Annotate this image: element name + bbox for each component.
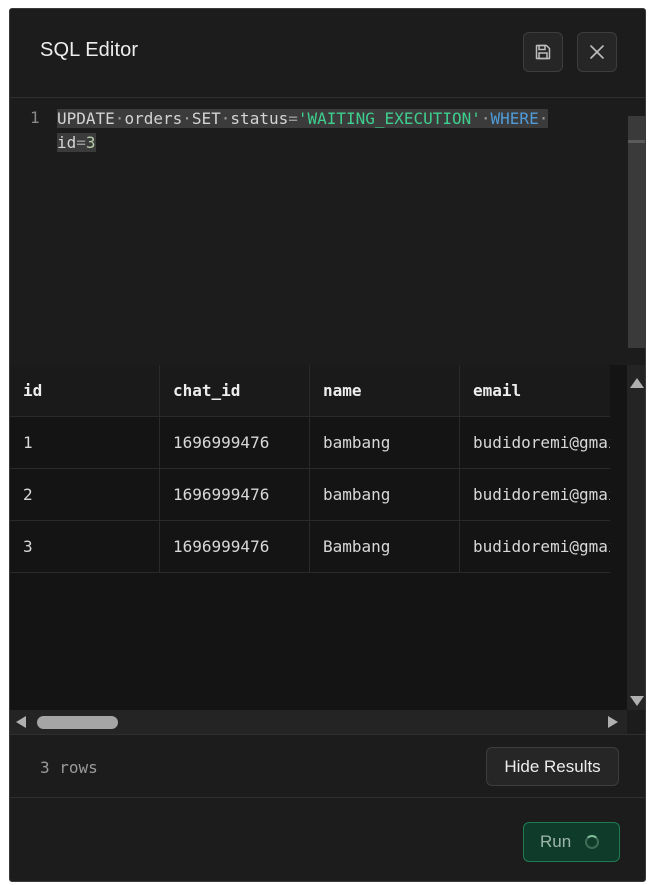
token-operator: = [76, 133, 86, 152]
table-cell[interactable]: budidoremi@gmail.com [460, 417, 610, 468]
table-cell[interactable]: budidoremi@gmail.com [460, 521, 610, 572]
column-header-email[interactable]: email [460, 365, 610, 416]
scroll-down-icon[interactable] [630, 696, 644, 706]
line-number: 1 [30, 108, 40, 127]
table-cell[interactable]: 1696999476 [160, 469, 310, 520]
run-button-label: Run [540, 832, 572, 851]
table-cell[interactable]: 3 [10, 521, 160, 572]
scroll-right-icon[interactable] [608, 716, 618, 728]
token-table: orders [124, 109, 183, 128]
table-cell[interactable]: budidoremi@gmail.com [460, 469, 610, 520]
scroll-up-icon[interactable] [630, 378, 644, 388]
table-cell[interactable]: 2 [10, 469, 160, 520]
save-icon [535, 44, 551, 60]
token-operator: = [288, 109, 298, 128]
sql-editor-dialog: SQL Editor 1 UPDATE·orders·SET·status='W… [9, 8, 646, 882]
table-row[interactable]: 1 1696999476 bambang budidoremi@gmail.co… [10, 417, 610, 469]
column-header-name[interactable]: name [310, 365, 460, 416]
hide-results-button[interactable]: Hide Results [486, 747, 619, 786]
token-string: 'WAITING_EXECUTION' [297, 109, 481, 128]
token-column: status [230, 109, 289, 128]
table-cell[interactable]: 1696999476 [160, 521, 310, 572]
table-cell[interactable]: bambang [310, 469, 460, 520]
results-status-bar: 3 rows Hide Results [10, 734, 645, 798]
dialog-header: SQL Editor [10, 9, 645, 98]
table-cell[interactable]: 1696999476 [160, 417, 310, 468]
results-grid: id chat_id name email 1 1696999476 bamba… [10, 365, 627, 710]
row-count: 3 rows [40, 758, 98, 777]
results-horizontal-scrollbar[interactable] [10, 710, 627, 734]
token-keyword-where: WHERE [490, 109, 539, 128]
dialog-title: SQL Editor [40, 39, 139, 61]
table-cell[interactable]: 1 [10, 417, 160, 468]
token-keyword: UPDATE [57, 109, 115, 128]
token-keyword: SET [191, 109, 221, 128]
run-button[interactable]: Run [523, 822, 620, 862]
scroll-left-icon[interactable] [16, 716, 26, 728]
column-header-chat-id[interactable]: chat_id [160, 365, 310, 416]
sql-code-editor[interactable]: 1 UPDATE·orders·SET·status='WAITING_EXEC… [10, 98, 627, 364]
table-row[interactable]: 3 1696999476 Bambang budidoremi@gmail.co… [10, 521, 610, 573]
table-cell[interactable]: Bambang [310, 521, 460, 572]
horizontal-scroll-thumb[interactable] [37, 716, 118, 729]
close-icon [590, 45, 604, 59]
results-header-row: id chat_id name email [10, 365, 610, 417]
results-vertical-scrollbar[interactable] [627, 365, 645, 710]
editor-scrollbar[interactable] [627, 98, 645, 364]
sql-query-text[interactable]: UPDATE·orders·SET·status='WAITING_EXECUT… [57, 107, 607, 155]
close-button[interactable] [577, 32, 617, 72]
token-column: id [57, 133, 77, 152]
token-number: 3 [85, 133, 96, 152]
save-button[interactable] [523, 32, 563, 72]
loading-spinner-icon [585, 835, 600, 849]
table-row[interactable]: 2 1696999476 bambang budidoremi@gmail.co… [10, 469, 610, 521]
table-cell[interactable]: bambang [310, 417, 460, 468]
column-header-id[interactable]: id [10, 365, 160, 416]
